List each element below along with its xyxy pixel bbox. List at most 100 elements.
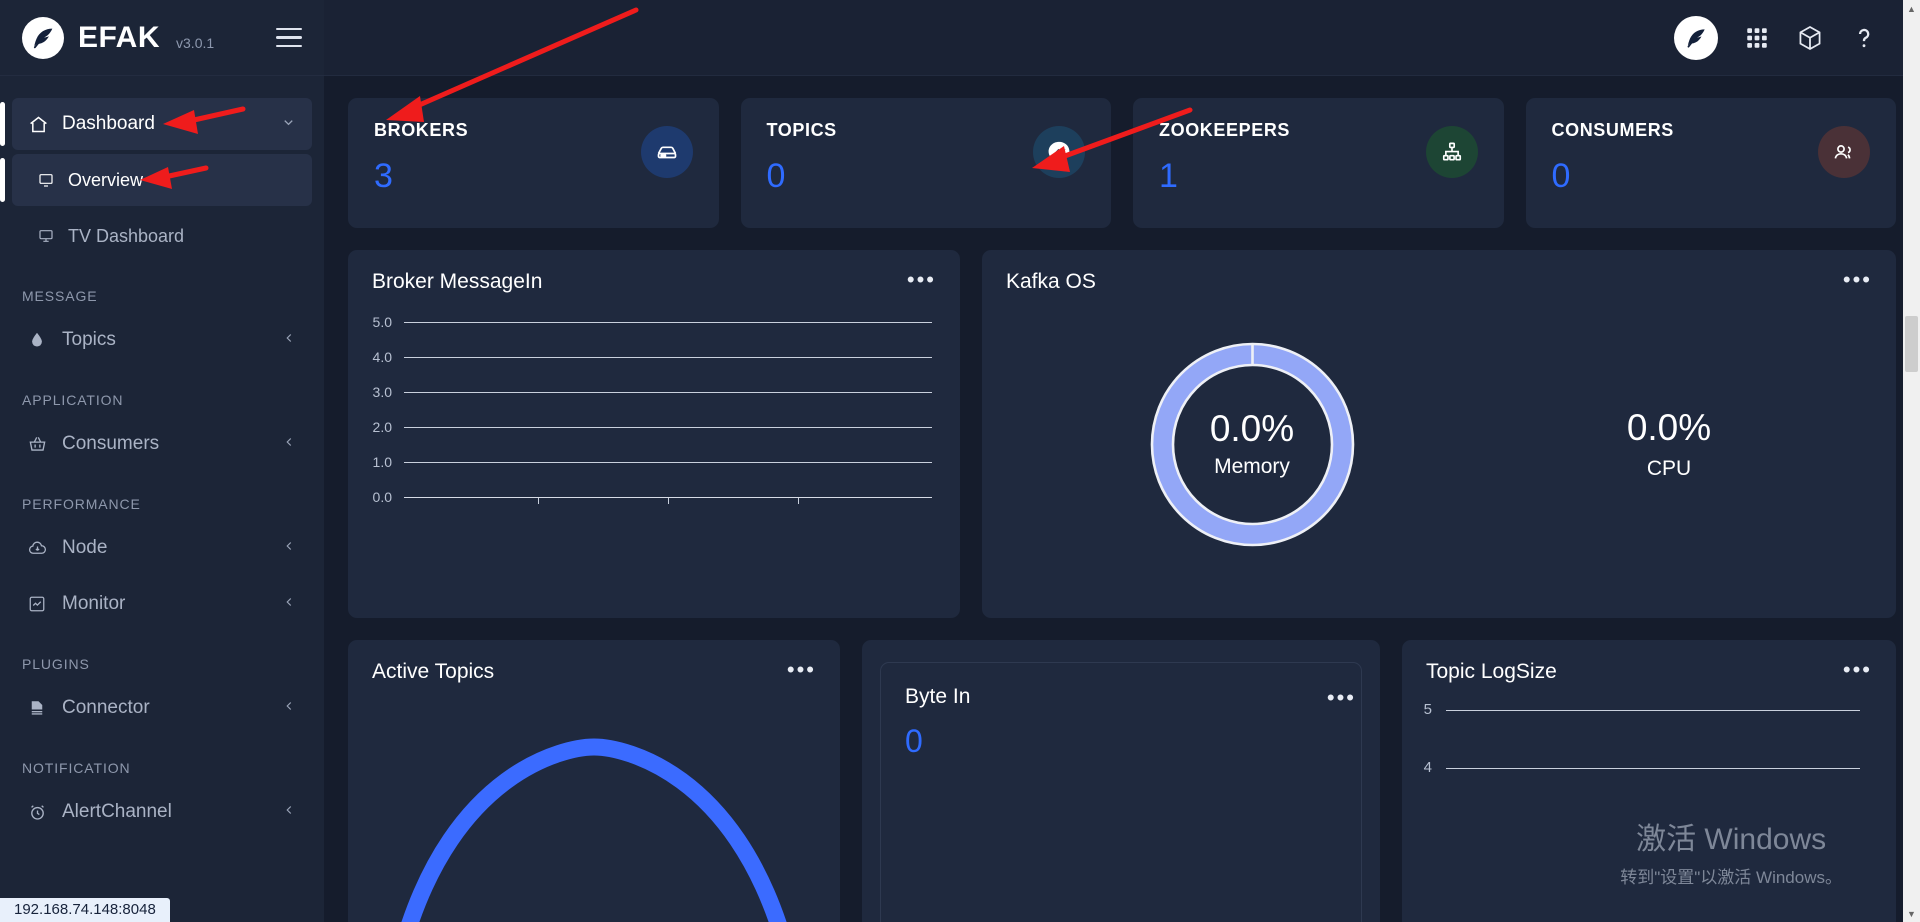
brand-name: EFAK: [78, 20, 161, 54]
users-icon: [1818, 126, 1870, 178]
cpu-percent: 0.0%: [1626, 407, 1712, 448]
panel-active-topics: Active Topics •••: [348, 640, 840, 922]
sidebar-item-label: Connector: [62, 697, 150, 718]
panel-broker-messagein: Broker MessageIn ••• 5.0 4.0 3.0 2.0 1.0: [348, 250, 960, 618]
broker-messagein-chart: 5.0 4.0 3.0 2.0 1.0 0.0: [348, 314, 960, 532]
sitemap-icon: [1425, 126, 1478, 178]
home-icon: [28, 114, 62, 135]
panel-title: Broker MessageIn: [372, 270, 543, 293]
chevron-left-icon: [282, 539, 296, 557]
memory-percent: 0.0%: [1209, 407, 1295, 449]
page-scrollbar[interactable]: ▲ ▼: [1903, 0, 1920, 922]
ellipsis-icon[interactable]: •••: [1843, 659, 1872, 681]
stat-card-consumers[interactable]: CONSUMERS 0: [1525, 98, 1896, 228]
memory-donut-wrap: 0.0% Memory: [1022, 341, 1482, 548]
feather-avatar-icon[interactable]: [1674, 15, 1718, 60]
bottom-panel-row: Active Topics ••• Byte In 0 ••• Topic Lo…: [348, 640, 1896, 922]
monitor-icon: [38, 172, 68, 188]
ellipsis-icon[interactable]: •••: [907, 269, 936, 291]
stat-card-brokers[interactable]: BROKERS 3: [348, 98, 719, 228]
sidebar-item-overview[interactable]: Overview: [0, 154, 312, 206]
dashboard-content: BROKERS 3 TOPICS 0 ZOOKEEPERS 1 CONSUMER…: [324, 76, 1920, 922]
chevron-left-icon: [282, 803, 296, 821]
panel-title: Kafka OS: [1006, 270, 1096, 293]
sidebar-group-application: APPLICATION: [22, 392, 124, 408]
chevron-left-icon: [282, 435, 296, 453]
active-topics-chart: [348, 732, 840, 922]
sidebar-item-label: Monitor: [62, 593, 126, 614]
stat-card-topics[interactable]: TOPICS 0: [740, 98, 1111, 228]
brand-version: v3.0.1: [176, 34, 215, 51]
panel-title: Topic LogSize: [1426, 660, 1557, 683]
feather-logo-icon: [22, 16, 64, 59]
sidebar-item-tv-dashboard[interactable]: TV Dashboard: [12, 210, 312, 262]
stat-card-zookeepers[interactable]: ZOOKEEPERS 1: [1133, 98, 1504, 228]
topbar: [324, 0, 1920, 76]
sidebar-nav: Dashboard Overview TV Dashboard MESSAGE: [0, 76, 324, 922]
sidebar-group-notification: NOTIFICATION: [22, 760, 131, 776]
sidebar-item-label: Consumers: [62, 433, 160, 454]
chevron-left-icon: [282, 595, 296, 613]
messenger-icon: [1033, 126, 1085, 178]
y-tick-label: 5: [1423, 701, 1432, 718]
middle-panel-row: Broker MessageIn ••• 5.0 4.0 3.0 2.0 1.0: [348, 250, 1896, 618]
byte-in-value: 0: [905, 723, 923, 759]
sidebar-item-connector[interactable]: Connector: [12, 682, 312, 734]
scrollbar-up-arrow[interactable]: ▲: [1903, 0, 1920, 17]
sidebar-item-topics[interactable]: Topics: [12, 314, 312, 366]
cloud-download-icon: [28, 539, 62, 558]
topic-logsize-chart: 5 4: [1402, 701, 1896, 830]
sidebar-item-dashboard[interactable]: Dashboard: [0, 98, 312, 150]
sidebar-group-performance: PERFORMANCE: [22, 496, 141, 512]
chevron-down-icon: [281, 115, 296, 134]
memory-donut-center: 0.0% Memory: [1149, 341, 1356, 548]
byte-in-inner-card: Byte In 0: [880, 662, 1362, 922]
scrollbar-thumb[interactable]: [1905, 316, 1918, 372]
sidebar-item-alertchannel[interactable]: AlertChannel: [12, 786, 312, 838]
stat-card-row: BROKERS 3 TOPICS 0 ZOOKEEPERS 1 CONSUMER…: [348, 98, 1896, 228]
y-tick-label: 4.0: [372, 348, 392, 365]
chevron-left-icon: [282, 331, 296, 349]
panel-title: Active Topics: [372, 660, 495, 683]
memory-label: Memory: [1214, 454, 1290, 478]
ellipsis-icon[interactable]: •••: [1327, 687, 1356, 709]
basket-icon: [28, 435, 62, 454]
question-mark-icon[interactable]: [1850, 24, 1878, 52]
droplet-icon: [28, 331, 62, 349]
status-url-tooltip: 192.168.74.148:8048: [0, 898, 170, 922]
sidebar-group-message: MESSAGE: [22, 288, 98, 304]
memory-donut-chart: 0.0% Memory: [1149, 341, 1356, 548]
kafka-os-body: 0.0% Memory 0.0% CPU: [982, 294, 1896, 594]
tv-icon: [38, 228, 68, 244]
y-tick-label: 3.0: [372, 383, 392, 400]
cpu-metric: 0.0% CPU: [1482, 407, 1856, 481]
document-icon: [28, 699, 62, 717]
sidebar-item-node[interactable]: Node: [12, 522, 312, 574]
ellipsis-icon[interactable]: •••: [787, 659, 816, 681]
y-tick-label: 4: [1423, 759, 1432, 776]
sidebar-item-consumers[interactable]: Consumers: [12, 418, 312, 470]
main-area: BROKERS 3 TOPICS 0 ZOOKEEPERS 1 CONSUMER…: [324, 0, 1920, 922]
panel-title: Byte In: [905, 685, 971, 708]
sidebar-item-label: Overview: [68, 169, 144, 190]
sidebar: EFAK v3.0.1 Dashboard Overview TV Dashbo…: [0, 0, 324, 922]
grid-apps-icon[interactable]: [1744, 25, 1770, 51]
y-tick-label: 5.0: [372, 313, 392, 330]
cpu-label: CPU: [1646, 457, 1692, 480]
sidebar-item-label: Node: [62, 537, 108, 558]
sidebar-item-monitor[interactable]: Monitor: [12, 578, 312, 630]
ellipsis-icon[interactable]: •••: [1843, 269, 1872, 291]
chevron-left-icon: [282, 699, 296, 717]
hamburger-icon[interactable]: [276, 22, 302, 54]
panel-byte-in: Byte In 0 •••: [862, 640, 1380, 922]
chart-square-icon: [28, 595, 62, 613]
alarm-clock-icon: [28, 803, 62, 822]
sidebar-group-plugins: PLUGINS: [22, 656, 90, 672]
panel-kafka-os: Kafka OS ••• 0.0% Memory 0.0% CPU: [982, 250, 1896, 618]
scrollbar-down-arrow[interactable]: ▼: [1903, 905, 1920, 922]
panel-topic-logsize: Topic LogSize ••• 5 4: [1402, 640, 1896, 922]
cube-box-icon[interactable]: [1796, 24, 1824, 52]
y-tick-label: 1.0: [372, 453, 392, 470]
sidebar-item-label: AlertChannel: [62, 801, 172, 822]
brand-header: EFAK v3.0.1: [0, 0, 324, 76]
